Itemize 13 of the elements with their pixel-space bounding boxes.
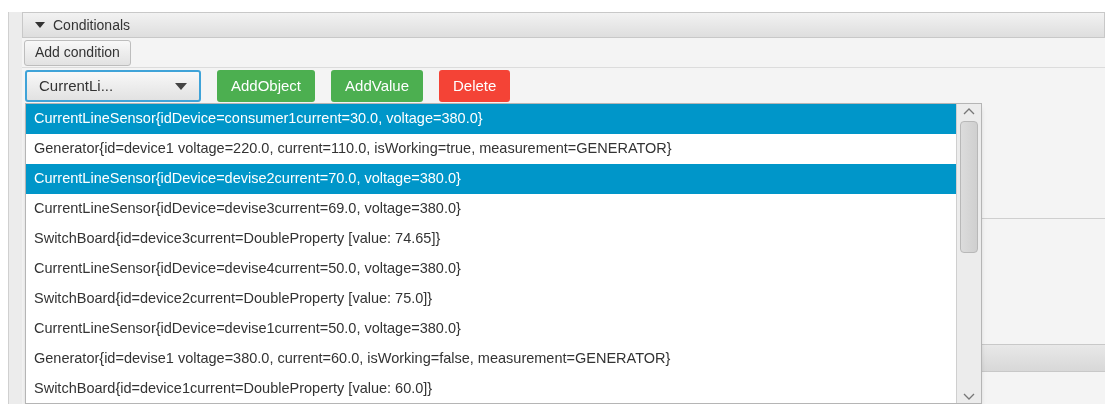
section-header[interactable]: Conditionals (22, 12, 1105, 38)
delete-button[interactable]: Delete (439, 70, 511, 102)
scrollbar[interactable] (956, 104, 981, 403)
dropdown-arrow-icon[interactable] (175, 82, 187, 90)
section-title: Conditionals (53, 15, 131, 35)
scroll-up-icon[interactable] (963, 108, 975, 115)
collapse-triangle-icon[interactable] (35, 21, 45, 29)
add-condition-button[interactable]: Add condition (24, 39, 131, 66)
scroll-down-icon[interactable] (963, 393, 975, 400)
combo-value: CurrentLi... (39, 75, 114, 96)
object-combo-box[interactable]: CurrentLi... (25, 70, 201, 102)
scroll-thumb[interactable] (960, 121, 978, 253)
dropdown-item[interactable]: SwitchBoard{id=device1current=DoubleProperty [value: 60.0]} (26, 374, 957, 403)
